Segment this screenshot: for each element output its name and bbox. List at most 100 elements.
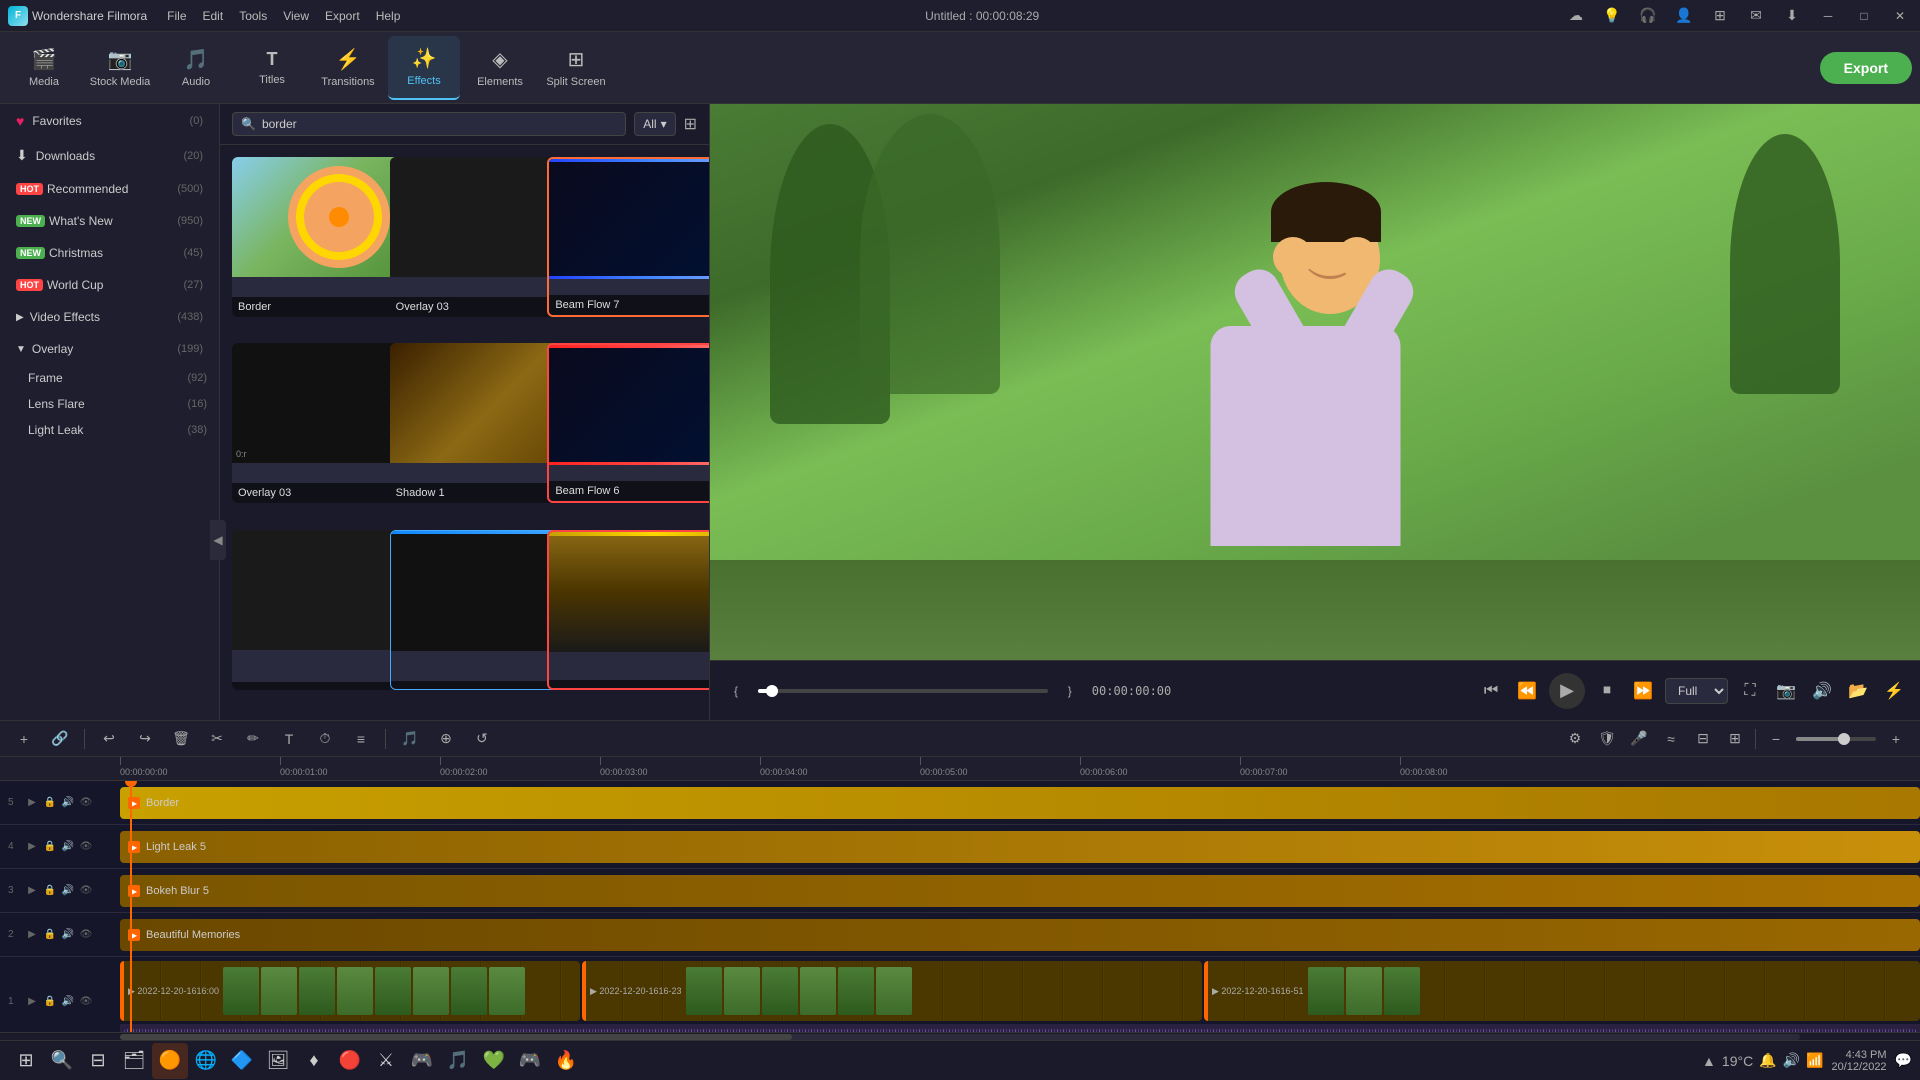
close-button[interactable]: ✕ xyxy=(1888,4,1912,28)
track-clip-border[interactable]: ▶ Border xyxy=(120,787,1920,819)
stabilize-tool[interactable]: ⊕ xyxy=(434,727,458,751)
track-2-toggle[interactable]: ▶ xyxy=(24,927,40,943)
speed-icon[interactable]: ⚡ xyxy=(1880,677,1908,705)
settings-icon[interactable]: ⚙ xyxy=(1563,727,1587,751)
mail-icon[interactable]: ✉ xyxy=(1744,4,1768,28)
zoom-select[interactable]: Full 75% 50% 25% xyxy=(1665,678,1728,704)
tray-volume-icon[interactable]: 🔊 xyxy=(1783,1052,1800,1069)
toolbar-stock-media[interactable]: 📷 Stock Media xyxy=(84,36,156,100)
sidebar-item-favorites[interactable]: ♥ Favorites (0) xyxy=(4,105,215,137)
clock-tool[interactable]: ⏱ xyxy=(313,727,337,751)
start-button[interactable]: ⊞ xyxy=(8,1043,44,1079)
track-clip-bokeh[interactable]: ▶ Bokeh Blur 5 xyxy=(120,875,1920,907)
taskbar-search[interactable]: 🔍 xyxy=(44,1043,80,1079)
toolbar-media[interactable]: 🎬 Media xyxy=(8,36,80,100)
zoom-out-button[interactable]: − xyxy=(1764,727,1788,751)
sidebar-item-overlay[interactable]: ▼ Overlay (199) xyxy=(4,334,215,364)
track-clip-memories[interactable]: ▶ Beautiful Memories xyxy=(120,919,1920,951)
undo2-tool[interactable]: ↺ xyxy=(470,727,494,751)
track-1-audio[interactable]: 🔊 xyxy=(60,994,76,1010)
track-3-lock[interactable]: 🔒 xyxy=(42,883,58,899)
sidebar-item-lightleak[interactable]: Light Leak (38) xyxy=(0,417,219,443)
sidebar-item-recommended[interactable]: HOT Recommended (500) xyxy=(4,174,215,204)
taskbar-app-4[interactable]: 🔷 xyxy=(224,1043,260,1079)
maximize-button[interactable]: □ xyxy=(1852,4,1876,28)
menu-tools[interactable]: Tools xyxy=(239,9,267,23)
track-1-lock[interactable]: 🔒 xyxy=(42,994,58,1010)
effect-card-beamflow6[interactable]: ⬇ Beam Flow 6 xyxy=(547,343,709,503)
notification-icon[interactable]: 💬 xyxy=(1895,1052,1912,1069)
pen-tool[interactable]: ✏ xyxy=(241,727,265,751)
link-clip-button[interactable]: 🔗 xyxy=(48,727,72,751)
sidebar-item-christmas[interactable]: NEW Christmas (45) xyxy=(4,238,215,268)
sidebar-item-videoeffects[interactable]: ▶ Video Effects (438) xyxy=(4,302,215,332)
timeline-scrollbar[interactable] xyxy=(0,1032,1920,1040)
tray-bell-icon[interactable]: 🔔 xyxy=(1759,1052,1776,1069)
video-clip-2[interactable]: ▶ 2022-12-20-1616-23 xyxy=(582,961,1202,1021)
export-button[interactable]: Export xyxy=(1820,52,1912,84)
taskbar-app-3[interactable]: 🌐 xyxy=(188,1043,224,1079)
menu-file[interactable]: File xyxy=(167,9,186,23)
effect-card-beamflow7[interactable]: ⬇ Beam Flow 7 xyxy=(547,157,709,317)
toolbar-audio[interactable]: 🎵 Audio xyxy=(160,36,232,100)
shield-icon[interactable]: 🛡 xyxy=(1595,727,1619,751)
merge-icon[interactable]: ⊞ xyxy=(1723,727,1747,751)
undo-button[interactable]: ↩ xyxy=(97,727,121,751)
sidebar-item-downloads[interactable]: ⬇ Downloads (20) xyxy=(4,139,215,172)
sidebar-item-lensflare[interactable]: Lens Flare (16) xyxy=(0,391,219,417)
track-1-toggle[interactable]: ▶ xyxy=(24,994,40,1010)
skip-back-button[interactable]: ⏮ xyxy=(1477,677,1505,705)
toolbar-splitscreen[interactable]: ⊞ Split Screen xyxy=(540,36,612,100)
mic-icon[interactable]: 🎤 xyxy=(1627,727,1651,751)
cloud-icon[interactable]: ☁ xyxy=(1564,4,1588,28)
bulb-icon[interactable]: 💡 xyxy=(1600,4,1624,28)
minimize-button[interactable]: ─ xyxy=(1816,4,1840,28)
taskbar-app-10[interactable]: 🎵 xyxy=(440,1043,476,1079)
taskbar-app-8[interactable]: ⚔ xyxy=(368,1043,404,1079)
track-5-toggle[interactable]: ▶ xyxy=(24,795,40,811)
play-button[interactable]: ▶ xyxy=(1549,673,1585,709)
cut-button[interactable]: ✂ xyxy=(205,727,229,751)
delete-button[interactable]: 🗑 xyxy=(169,727,193,751)
audio-levels-icon[interactable]: ≈ xyxy=(1659,727,1683,751)
search-filter-dropdown[interactable]: All ▾ xyxy=(634,112,675,136)
track-5-lock[interactable]: 🔒 xyxy=(42,795,58,811)
menu-export[interactable]: Export xyxy=(325,9,360,23)
fullscreen-icon[interactable]: ⛶ xyxy=(1736,677,1764,705)
track-5-audio[interactable]: 🔊 xyxy=(60,795,76,811)
track-3-toggle[interactable]: ▶ xyxy=(24,883,40,899)
track-3-audio[interactable]: 🔊 xyxy=(60,883,76,899)
track-4-audio[interactable]: 🔊 xyxy=(60,839,76,855)
search-input[interactable] xyxy=(262,117,617,131)
filter-tool[interactable]: ≡ xyxy=(349,727,373,751)
search-input-wrapper[interactable]: 🔍 xyxy=(232,112,626,136)
sidebar-collapse-arrow[interactable]: ◀ xyxy=(210,520,226,560)
sidebar-item-whatsnew[interactable]: NEW What's New (950) xyxy=(4,206,215,236)
track-2-audio[interactable]: 🔊 xyxy=(60,927,76,943)
add-media-button[interactable]: + xyxy=(12,727,36,751)
download-icon[interactable]: ⬇ xyxy=(1780,4,1804,28)
track-4-lock[interactable]: 🔒 xyxy=(42,839,58,855)
layout-icon[interactable]: ⊞ xyxy=(1708,4,1732,28)
effect-card-row3-3[interactable]: ⬇ xyxy=(547,530,709,690)
step-back-button[interactable]: ⏪ xyxy=(1513,677,1541,705)
taskbar-app-5[interactable]: 🖼 xyxy=(260,1043,296,1079)
taskbar-app-13[interactable]: 🔥 xyxy=(548,1043,584,1079)
preview-timeline[interactable] xyxy=(758,689,1048,693)
avatar-icon[interactable]: 👤 xyxy=(1672,4,1696,28)
taskbar-app-7[interactable]: 🔴 xyxy=(332,1043,368,1079)
toolbar-titles[interactable]: T Titles xyxy=(236,36,308,100)
sidebar-item-frame[interactable]: Frame (92) xyxy=(0,365,219,391)
tray-wifi-icon[interactable]: 📶 xyxy=(1806,1052,1823,1069)
audio-icon-preview[interactable]: 🔊 xyxy=(1808,677,1836,705)
track-5-eye[interactable]: 👁 xyxy=(78,795,94,811)
save-frame-icon[interactable]: 📂 xyxy=(1844,677,1872,705)
toolbar-elements[interactable]: ◈ Elements xyxy=(464,36,536,100)
snapshot-icon[interactable]: 📷 xyxy=(1772,677,1800,705)
headset-icon[interactable]: 🎧 xyxy=(1636,4,1660,28)
tray-network-icon[interactable]: ▲ xyxy=(1702,1053,1716,1069)
taskbar-app-12[interactable]: 🎮 xyxy=(512,1043,548,1079)
track-2-lock[interactable]: 🔒 xyxy=(42,927,58,943)
taskbar-app-9[interactable]: 🎮 xyxy=(404,1043,440,1079)
split-icon[interactable]: ⊟ xyxy=(1691,727,1715,751)
